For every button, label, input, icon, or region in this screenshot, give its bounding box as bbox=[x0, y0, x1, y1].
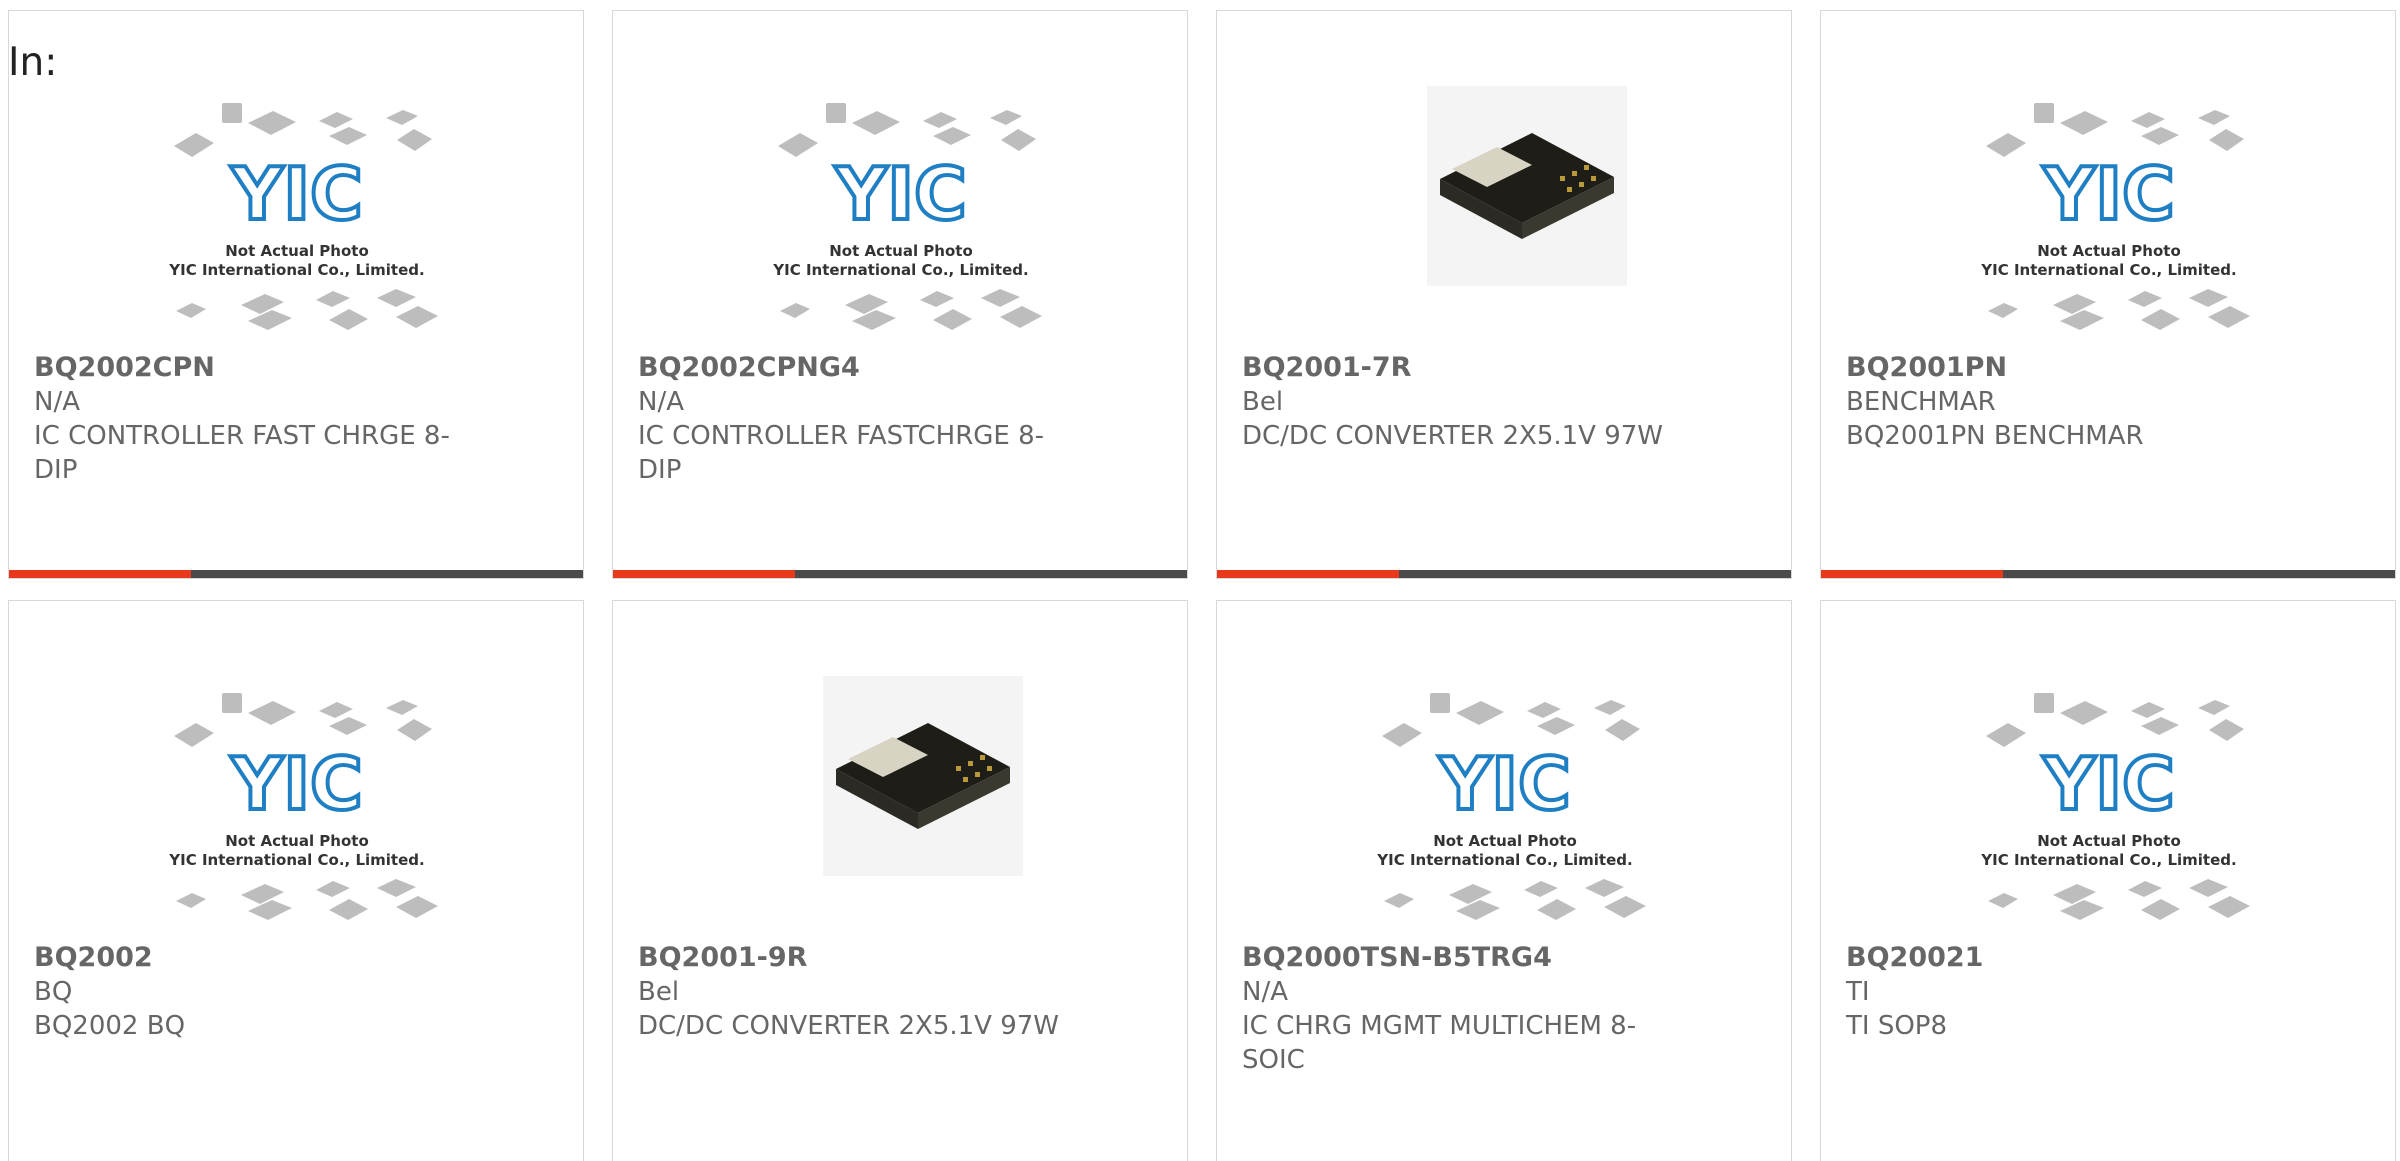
description: DC/DC CONVERTER 2X5.1V 97W bbox=[638, 1011, 1060, 1041]
manufacturer: N/A bbox=[1242, 977, 1288, 1007]
part-number-link[interactable]: BQ2002 bbox=[34, 941, 464, 975]
not-actual-photo-placeholder: YIC Not Actual Photo YIC International C… bbox=[168, 103, 438, 330]
svg-text:YIC: YIC bbox=[2042, 152, 2175, 236]
svg-text:YIC: YIC bbox=[1438, 742, 1571, 826]
svg-text:Not Actual Photo: Not Actual Photo bbox=[2037, 832, 2181, 850]
product-card[interactable]: YIC Not Actual Photo YIC International C… bbox=[1820, 10, 2396, 579]
card-footer-bar bbox=[9, 570, 583, 578]
svg-text:YIC International Co., Limited: YIC International Co., Limited. bbox=[168, 261, 424, 279]
accent-stripe bbox=[1821, 570, 2003, 578]
not-actual-photo-placeholder: YIC Not Actual Photo YIC International C… bbox=[1980, 103, 2250, 330]
product-card[interactable]: YIC Not Actual Photo YIC International C… bbox=[8, 600, 584, 1161]
svg-text:YIC International Co., Limited: YIC International Co., Limited. bbox=[772, 261, 1028, 279]
svg-text:Not Actual Photo: Not Actual Photo bbox=[1433, 832, 1577, 850]
dc-dc-converter-photo bbox=[1427, 86, 1627, 286]
svg-text:Not Actual Photo: Not Actual Photo bbox=[225, 832, 369, 850]
manufacturer: TI bbox=[1846, 977, 1870, 1007]
description: DC/DC CONVERTER 2X5.1V 97W bbox=[1242, 421, 1664, 451]
product-card[interactable]: YIC Not Actual Photo YIC International C… bbox=[1820, 600, 2396, 1161]
product-card[interactable]: YIC Not Actual Photo YIC International C… bbox=[8, 10, 584, 579]
card-footer-bar bbox=[1217, 570, 1791, 578]
not-actual-photo-placeholder: YIC Not Actual Photo YIC International C… bbox=[1376, 693, 1646, 920]
manufacturer: N/A bbox=[638, 387, 684, 417]
product-card[interactable]: BQ2001-7R Bel DC/DC CONVERTER 2X5.1V 97W bbox=[1216, 10, 1792, 579]
svg-text:YIC: YIC bbox=[230, 742, 363, 826]
not-actual-photo-placeholder: YIC Not Actual Photo YIC International C… bbox=[1980, 693, 2250, 920]
svg-text:Not Actual Photo: Not Actual Photo bbox=[829, 242, 973, 260]
product-card[interactable]: YIC Not Actual Photo YIC International C… bbox=[612, 10, 1188, 579]
svg-text:YIC International Co., Limited: YIC International Co., Limited. bbox=[1980, 261, 2236, 279]
part-number-link[interactable]: BQ2002CPN bbox=[34, 351, 464, 385]
svg-text:YIC: YIC bbox=[230, 152, 363, 236]
manufacturer: Bel bbox=[638, 977, 680, 1007]
accent-stripe bbox=[613, 570, 795, 578]
svg-text:YIC International Co., Limited: YIC International Co., Limited. bbox=[168, 851, 424, 869]
card-footer-bar bbox=[613, 570, 1187, 578]
description: IC CONTROLLER FASTCHRGE 8-DIP bbox=[638, 421, 1045, 485]
part-number-link[interactable]: BQ2001-9R bbox=[638, 941, 1068, 975]
svg-text:YIC International Co., Limited: YIC International Co., Limited. bbox=[1376, 851, 1632, 869]
part-number-link[interactable]: BQ2000TSN-B5TRG4 bbox=[1242, 941, 1672, 975]
accent-stripe bbox=[1217, 570, 1399, 578]
svg-text:YIC International Co., Limited: YIC International Co., Limited. bbox=[1980, 851, 2236, 869]
part-number-link[interactable]: BQ20021 bbox=[1846, 941, 2276, 975]
dc-dc-converter-photo bbox=[823, 676, 1023, 876]
svg-text:Not Actual Photo: Not Actual Photo bbox=[2037, 242, 2181, 260]
description: BQ2002 BQ bbox=[34, 1011, 186, 1041]
card-footer-bar bbox=[1821, 570, 2395, 578]
product-card[interactable]: BQ2001-9R Bel DC/DC CONVERTER 2X5.1V 97W bbox=[612, 600, 1188, 1161]
description: IC CONTROLLER FAST CHRGE 8-DIP bbox=[34, 421, 450, 485]
description: IC CHRG MGMT MULTICHEM 8-SOIC bbox=[1242, 1011, 1637, 1075]
description: BQ2001PN BENCHMAR bbox=[1846, 421, 2144, 451]
not-actual-photo-placeholder: YIC Not Actual Photo YIC International C… bbox=[168, 693, 438, 920]
manufacturer: N/A bbox=[34, 387, 80, 417]
part-number-link[interactable]: BQ2001-7R bbox=[1242, 351, 1672, 385]
svg-text:Not Actual Photo: Not Actual Photo bbox=[225, 242, 369, 260]
description: TI SOP8 bbox=[1846, 1011, 1948, 1041]
section-label: In: bbox=[8, 40, 58, 85]
manufacturer: BQ bbox=[34, 977, 73, 1007]
svg-text:YIC: YIC bbox=[2042, 742, 2175, 826]
product-card[interactable]: YIC Not Actual Photo YIC International C… bbox=[1216, 600, 1792, 1161]
manufacturer: Bel bbox=[1242, 387, 1284, 417]
manufacturer: BENCHMAR bbox=[1846, 387, 1996, 417]
accent-stripe bbox=[9, 570, 191, 578]
svg-text:YIC: YIC bbox=[834, 152, 967, 236]
part-number-link[interactable]: BQ2002CPNG4 bbox=[638, 351, 1068, 385]
part-number-link[interactable]: BQ2001PN bbox=[1846, 351, 2276, 385]
not-actual-photo-placeholder: YIC Not Actual Photo YIC International C… bbox=[772, 103, 1042, 330]
